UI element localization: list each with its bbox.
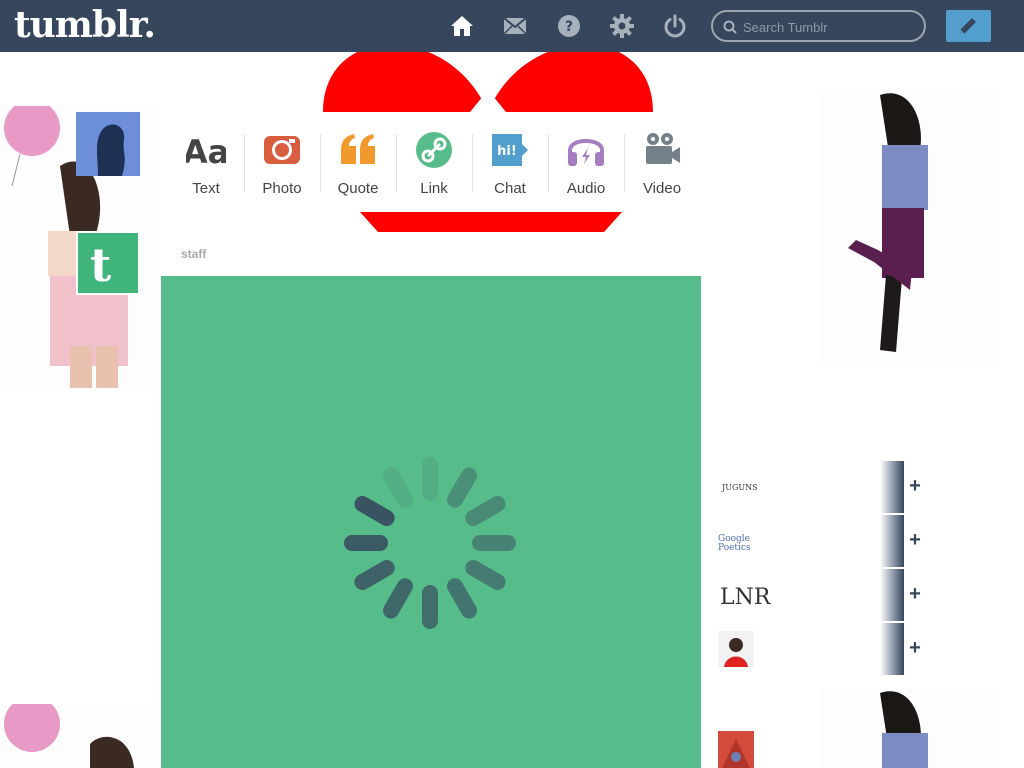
help-icon[interactable]: ? — [557, 14, 581, 38]
search-icon — [723, 20, 737, 34]
recommended-blog-bar — [880, 515, 904, 567]
tumblr-logo[interactable]: tumblr. — [14, 4, 156, 46]
background-heart-top — [320, 52, 656, 112]
recommended-blog-bar — [880, 569, 904, 621]
post-type-photo[interactable]: Photo — [244, 130, 320, 210]
top-navigation-bar: tumblr. ? — [0, 0, 1024, 52]
svg-text:Aa: Aa — [186, 133, 226, 170]
spinner-spoke — [447, 467, 477, 508]
spinner-spoke — [344, 535, 388, 551]
recommended-blog-bar — [880, 461, 904, 513]
spinner-spoke — [383, 467, 413, 508]
quote-icon — [341, 134, 375, 164]
text-icon: Aa — [186, 133, 226, 170]
search-box[interactable] — [711, 10, 926, 42]
recommended-blog[interactable]: LNR + — [716, 569, 921, 621]
post-author-name[interactable]: staff — [181, 247, 206, 261]
gear-icon[interactable] — [610, 14, 634, 38]
link-icon — [416, 132, 452, 168]
tumblr-logo-badge: t — [76, 231, 140, 295]
recommended-blog-bar — [880, 623, 904, 675]
recommended-blog[interactable]: Google Poetics + — [716, 515, 921, 567]
spinner-spoke — [472, 535, 516, 551]
background-heart-bottom — [360, 212, 622, 232]
compose-button[interactable] — [946, 10, 991, 42]
post-type-audio[interactable]: Audio — [548, 130, 624, 210]
spinner-spoke — [354, 560, 395, 590]
pencil-icon — [960, 18, 976, 34]
svg-text:?: ? — [565, 19, 573, 35]
svg-text:t: t — [90, 238, 112, 292]
recommended-blog[interactable]: JUGUNS + — [716, 461, 921, 513]
follow-plus-icon[interactable]: + — [906, 583, 924, 605]
post-type-link[interactable]: Link — [396, 130, 472, 210]
chat-icon: hi! — [492, 134, 528, 166]
post-type-quote[interactable]: Quote — [320, 130, 396, 210]
blue-avatar-silhouette — [76, 112, 140, 176]
mail-icon[interactable] — [503, 14, 527, 38]
svg-text:hi!: hi! — [497, 144, 517, 159]
home-icon[interactable] — [450, 14, 474, 38]
blog-avatar[interactable] — [718, 731, 754, 768]
background-photo-left-bottom — [0, 704, 158, 768]
blog-avatar[interactable]: Google Poetics — [718, 523, 754, 559]
spinner-spoke — [447, 578, 477, 619]
background-photo-right — [820, 90, 1000, 365]
search-input[interactable] — [743, 17, 918, 37]
loading-spinner — [330, 443, 530, 643]
power-icon[interactable] — [663, 14, 687, 38]
background-photo-right-bottom — [820, 688, 1000, 768]
camera-icon — [264, 136, 300, 164]
spinner-spoke — [354, 496, 395, 526]
blog-avatar[interactable]: JUGUNS — [718, 469, 758, 505]
post-type-chat[interactable]: hi! Chat — [472, 130, 548, 210]
spinner-spoke — [465, 560, 506, 590]
headphones-icon — [568, 139, 604, 166]
follow-plus-icon[interactable]: + — [906, 529, 924, 551]
post-type-text[interactable]: Aa Text — [168, 130, 244, 210]
spinner-spoke — [383, 578, 413, 619]
spinner-spoke — [422, 457, 438, 501]
follow-plus-icon[interactable]: + — [906, 475, 924, 497]
post-type-video[interactable]: Video — [624, 130, 700, 210]
blog-avatar[interactable] — [718, 631, 754, 667]
post-type-selector: Aa Text Photo Quote Link hi! Chat Audio … — [168, 112, 700, 212]
video-camera-icon — [646, 133, 680, 164]
spinner-spoke — [422, 585, 438, 629]
blog-avatar[interactable]: LNR — [718, 577, 770, 613]
recommended-blog[interactable]: + — [716, 623, 921, 675]
spinner-spoke — [465, 496, 506, 526]
follow-plus-icon[interactable]: + — [906, 637, 924, 659]
